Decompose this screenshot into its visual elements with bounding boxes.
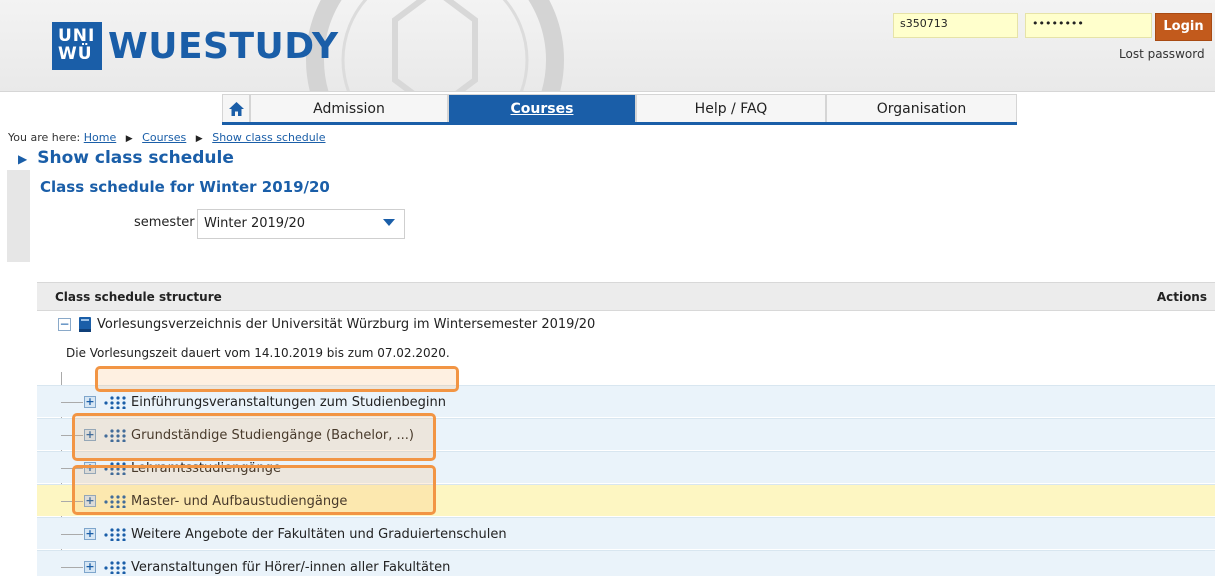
lost-password-link[interactable]: Lost password	[1119, 47, 1205, 61]
book-icon	[79, 317, 91, 332]
nav-help-faq[interactable]: Help / FAQ	[636, 94, 826, 122]
site-header: UNI WÜ WUESTUDY s350713 •••••••• Login Lo…	[0, 0, 1215, 92]
annotation-highlight-bachelor	[72, 413, 436, 461]
breadcrumb: You are here: Home ▶ Courses ▶ Show clas…	[8, 131, 326, 144]
section-title: Class schedule for Winter 2019/20	[40, 178, 330, 196]
breadcrumb-prefix: You are here:	[8, 131, 81, 144]
expand-icon[interactable]: +	[84, 528, 96, 540]
home-icon	[228, 101, 244, 116]
nav-courses[interactable]: Courses	[448, 94, 636, 122]
uni-wue-logo-box: UNI WÜ	[52, 22, 102, 70]
chevron-down-icon	[383, 219, 395, 226]
tree-connector	[61, 567, 83, 568]
wuestudy-logo[interactable]: UNI WÜ WUESTUDY	[52, 22, 339, 70]
password-input[interactable]: ••••••••	[1025, 13, 1152, 38]
nav-home[interactable]	[222, 94, 250, 122]
university-seal-watermark	[306, 0, 564, 91]
page-title-text: Show class schedule	[37, 148, 234, 168]
chevron-right-icon: ▶	[125, 134, 133, 144]
semester-label: semester	[134, 215, 195, 230]
structure-header: Class schedule structure Actions	[37, 282, 1215, 311]
semester-select-value: Winter 2019/20	[204, 216, 305, 231]
page-title[interactable]: ▶ Show class schedule	[18, 148, 234, 168]
tree-row[interactable]: + Weitere Angebote der Fakultäten und Gr…	[37, 517, 1215, 549]
breadcrumb-courses[interactable]: Courses	[142, 131, 186, 144]
nav-admission[interactable]: Admission	[250, 94, 448, 122]
tree-root: − Vorlesungsverzeichnis der Universität …	[58, 316, 595, 333]
tree-root-label[interactable]: Vorlesungsverzeichnis der Universität Wü…	[97, 317, 595, 332]
username-input[interactable]: s350713	[893, 13, 1018, 38]
structure-header-label: Class schedule structure	[55, 290, 222, 304]
expand-icon[interactable]: +	[84, 561, 96, 573]
module-dots-icon	[104, 528, 126, 541]
tree-connector	[61, 402, 83, 403]
breadcrumb-home[interactable]: Home	[84, 131, 116, 144]
logo-text: WUESTUDY	[108, 25, 339, 67]
nav-organisation[interactable]: Organisation	[826, 94, 1017, 122]
module-dots-icon	[104, 561, 126, 574]
tree-connector	[61, 534, 83, 535]
sidebar-collapse-strip[interactable]	[7, 170, 30, 262]
chevron-right-icon: ▶	[195, 134, 203, 144]
breadcrumb-current[interactable]: Show class schedule	[212, 131, 325, 144]
tree-row-label[interactable]: Einführungsveranstaltungen zum Studienbe…	[131, 395, 446, 410]
annotation-highlight-empty	[95, 366, 459, 392]
annotation-highlight-master	[72, 465, 436, 515]
login-button[interactable]: Login	[1155, 13, 1212, 41]
actions-header-label: Actions	[1156, 290, 1207, 304]
collapse-icon[interactable]: −	[58, 318, 71, 331]
tree-row[interactable]: + Veranstaltungen für Hörer/-innen aller…	[37, 550, 1215, 576]
module-dots-icon	[104, 396, 126, 409]
tree-row-label[interactable]: Weitere Angebote der Fakultäten und Grad…	[131, 527, 507, 542]
semester-select[interactable]: Winter 2019/20	[197, 209, 405, 239]
expand-icon[interactable]: +	[84, 396, 96, 408]
tree-row-label[interactable]: Veranstaltungen für Hörer/-innen aller F…	[131, 560, 450, 575]
chevron-right-icon: ▶	[18, 152, 28, 166]
main-nav: Admission Courses Help / FAQ Organisatio…	[222, 94, 1017, 125]
